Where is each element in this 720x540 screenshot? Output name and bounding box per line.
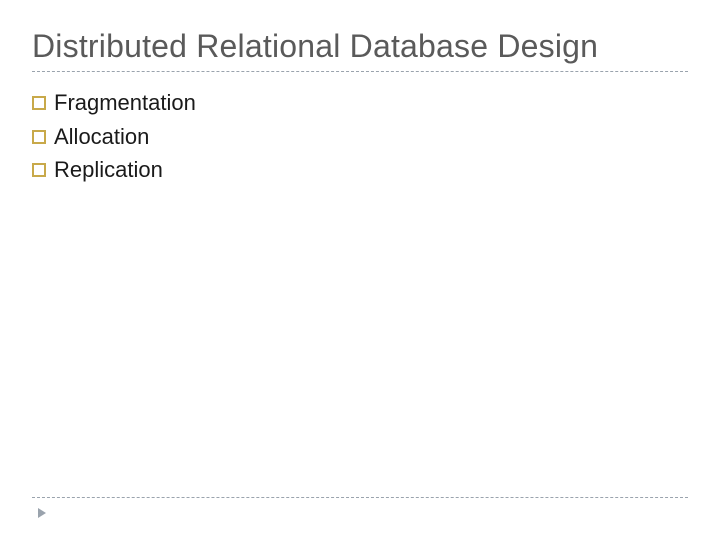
bullet-label: Fragmentation: [54, 88, 196, 118]
bullet-list: Fragmentation Allocation Replication: [32, 88, 688, 185]
slide: Distributed Relational Database Design F…: [0, 0, 720, 540]
list-item: Replication: [32, 155, 688, 185]
page-title: Distributed Relational Database Design: [32, 28, 688, 65]
square-bullet-icon: [32, 130, 46, 144]
square-bullet-icon: [32, 163, 46, 177]
bullet-label: Allocation: [54, 122, 149, 152]
bullet-label: Replication: [54, 155, 163, 185]
square-bullet-icon: [32, 96, 46, 110]
list-item: Fragmentation: [32, 88, 688, 118]
list-item: Allocation: [32, 122, 688, 152]
slide-marker-icon: [38, 508, 46, 518]
footer-divider: [32, 497, 688, 498]
title-divider: [32, 71, 688, 72]
